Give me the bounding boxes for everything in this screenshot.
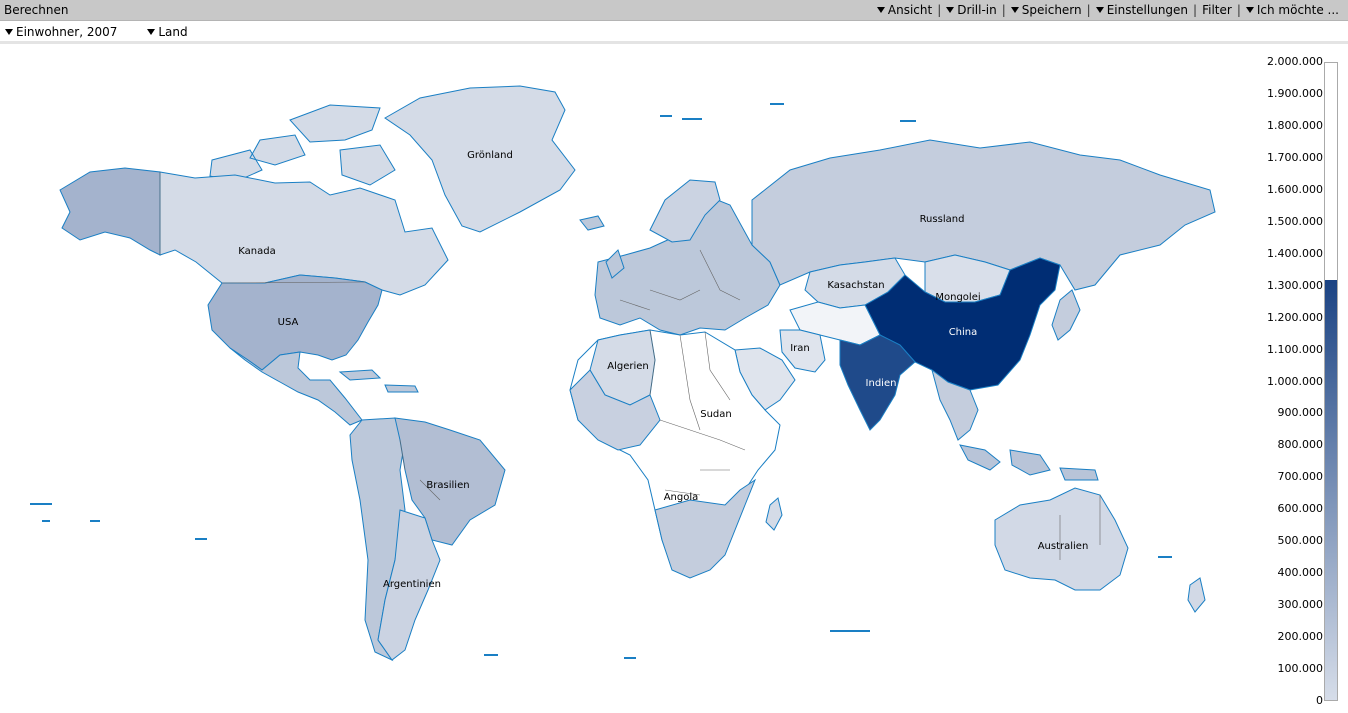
legend-tick: 200.000 [1277, 630, 1324, 644]
label-usa: USA [278, 317, 299, 328]
legend-fill [1325, 279, 1337, 700]
legend-tick: 1.100.000 [1267, 342, 1323, 356]
label-groenland: Grönland [467, 150, 513, 161]
legend-tick: 1.800.000 [1267, 118, 1323, 132]
legend-tick: 1.700.000 [1267, 150, 1323, 164]
legend-tick: 500.000 [1277, 534, 1324, 548]
toolbar: Berechnen Ansicht | Drill-in | Speichern… [0, 0, 1348, 21]
legend-tick: 2.000.000 [1267, 55, 1323, 68]
legend-tick: 300.000 [1277, 598, 1324, 612]
speichern-label: Speichern [1021, 3, 1082, 17]
label-australien: Australien [1038, 541, 1089, 552]
filter-menu[interactable]: Filter [1199, 3, 1235, 17]
ich-moechte-menu[interactable]: Ich möchte ... [1243, 3, 1342, 17]
label-kanada: Kanada [238, 246, 275, 257]
menu-separator: | [937, 3, 942, 17]
label-algerien: Algerien [607, 361, 649, 372]
legend-tick: 1.400.000 [1267, 246, 1323, 260]
legend-tick: 1.900.000 [1267, 86, 1323, 100]
menu-separator: | [1086, 3, 1091, 17]
dimension-label: Land [158, 25, 188, 39]
drill-in-label: Drill-in [957, 3, 997, 17]
world-map-svg: Grönland Kanada USA Russland Kasachstan … [30, 85, 1216, 662]
dropdown-triangle-icon [946, 7, 955, 13]
region-japan[interactable] [1051, 289, 1081, 341]
region-madagascar[interactable] [765, 497, 783, 531]
region-caribbean[interactable] [338, 369, 419, 393]
dropdown-triangle-icon [5, 29, 13, 35]
measure-label: Einwohner, 2007 [16, 25, 118, 39]
ich-moechte-label: Ich möchte ... [1256, 3, 1339, 17]
legend-tick: 100.000 [1277, 662, 1324, 676]
legend-tick: 1.000.000 [1267, 374, 1323, 388]
dropdown-triangle-icon [876, 7, 885, 13]
region-indonesia[interactable] [959, 444, 1099, 481]
label-indien: Indien [866, 378, 897, 389]
legend-tick: 1.500.000 [1267, 214, 1323, 228]
toolbar-title: Berechnen [4, 3, 69, 17]
measure-dropdown[interactable]: Einwohner, 2007 [5, 25, 117, 39]
speichern-menu[interactable]: Speichern [1008, 3, 1085, 17]
legend-tick: 0 [1316, 694, 1323, 707]
label-angola: Angola [664, 492, 699, 503]
dropdown-triangle-icon [1095, 7, 1104, 13]
menu-separator: | [1001, 3, 1006, 17]
dropdown-triangle-icon [147, 29, 156, 35]
legend-tick: 400.000 [1277, 566, 1324, 580]
legend-tick: 1.300.000 [1267, 278, 1323, 292]
label-china: China [949, 327, 978, 338]
einstellungen-menu[interactable]: Einstellungen [1093, 3, 1191, 17]
label-kasachstan: Kasachstan [827, 280, 884, 291]
dropdown-triangle-icon [1245, 7, 1254, 13]
einstellungen-label: Einstellungen [1106, 3, 1189, 17]
dimension-dropdown[interactable]: Land [147, 25, 188, 39]
color-legend: 2.000.000 1.900.000 1.800.000 1.700.000 1.60… [1255, 52, 1345, 712]
label-sudan: Sudan [700, 409, 732, 420]
filter-bar: Einwohner, 2007 Land [0, 23, 1348, 44]
legend-tick: 900.000 [1277, 406, 1324, 420]
label-mongolei: Mongolei [935, 292, 980, 303]
legend-tick: 1.200.000 [1267, 310, 1323, 324]
drill-in-menu[interactable]: Drill-in [943, 3, 999, 17]
legend-tick: 700.000 [1277, 470, 1324, 484]
label-brasilien: Brasilien [426, 480, 469, 491]
dropdown-triangle-icon [1010, 7, 1019, 13]
menu-separator: | [1236, 3, 1241, 17]
world-map: Grönland Kanada USA Russland Kasachstan … [0, 48, 1250, 713]
region-alaska[interactable] [59, 167, 161, 256]
label-iran: Iran [790, 343, 810, 354]
region-canada-islands[interactable] [209, 104, 396, 186]
toolbar-menu: Ansicht | Drill-in | Speichern | Einstel… [874, 3, 1342, 17]
legend-bar [1324, 62, 1338, 701]
label-russland: Russland [920, 214, 965, 225]
menu-separator: | [1193, 3, 1198, 17]
legend-tick: 1.600.000 [1267, 182, 1323, 196]
ansicht-label: Ansicht [887, 3, 933, 17]
label-argentinien: Argentinien [383, 579, 441, 590]
legend-tick: 600.000 [1277, 502, 1324, 516]
region-new-zealand[interactable] [1187, 577, 1206, 613]
filter-label: Filter [1202, 3, 1232, 17]
ansicht-menu[interactable]: Ansicht [874, 3, 935, 17]
region-australia[interactable] [994, 487, 1129, 591]
legend-tick: 800.000 [1277, 438, 1324, 452]
